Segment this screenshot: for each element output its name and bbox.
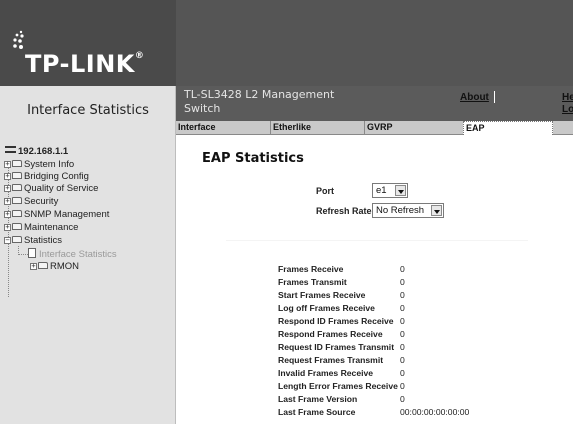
expand-icon[interactable]: + (4, 185, 11, 192)
sidebar-item-bridging-config[interactable]: + Bridging Config (4, 171, 89, 183)
refresh-rate-label: Refresh Rate (316, 206, 372, 216)
help-link[interactable]: Hel (562, 92, 573, 104)
sidebar-item-interface-statistics[interactable]: Interface Statistics (28, 248, 117, 260)
stat-value: 0 (400, 342, 405, 352)
sidebar-item-security[interactable]: + Security (4, 196, 58, 208)
folder-icon (12, 184, 22, 191)
stat-label: Invalid Frames Receive (278, 368, 374, 378)
sidebar-item-statistics[interactable]: − Statistics (4, 235, 62, 247)
logo: TP-LINK® (25, 50, 145, 78)
stat-value: 0 (400, 277, 405, 287)
tree-connector (18, 254, 28, 255)
app-window: TP-LINK® Interface Statistics TL-SL3428 … (0, 0, 573, 424)
refresh-rate-value: No Refresh (376, 205, 425, 216)
expand-icon[interactable]: + (4, 211, 11, 218)
tab-eap[interactable]: EAP (463, 121, 553, 135)
folder-icon (12, 160, 22, 167)
collapse-icon[interactable]: − (4, 237, 11, 244)
stat-value: 0 (400, 303, 405, 313)
tab-gvrp[interactable]: GVRP (364, 121, 460, 135)
tab-bar: Interface Etherlike GVRP EAP (176, 121, 573, 135)
stat-value: 0 (400, 368, 405, 378)
refresh-rate-select[interactable]: No Refresh (372, 203, 444, 218)
tab-interface[interactable]: Interface (176, 121, 270, 135)
about-link[interactable]: About (460, 92, 489, 103)
folder-icon (38, 262, 48, 269)
logout-link[interactable]: Logo (562, 104, 573, 116)
folder-icon (12, 210, 22, 217)
tree-root-ip[interactable]: 192.168.1.1 (5, 146, 68, 158)
sidebar-item-rmon[interactable]: + RMON (30, 261, 79, 273)
stat-label: Respond Frames Receive (278, 329, 383, 339)
logo-dots-icon (13, 30, 24, 49)
sidebar-item-system-info[interactable]: + System Info (4, 159, 74, 171)
stat-label: Start Frames Receive (278, 290, 366, 300)
help-logout-links: Hel Logo (562, 92, 573, 116)
divider (226, 240, 528, 241)
port-label: Port (316, 186, 334, 196)
stat-value: 0 (400, 355, 405, 365)
stat-value: 0 (400, 381, 405, 391)
folder-icon (12, 197, 22, 204)
switch-icon (5, 146, 16, 153)
tab-etherlike[interactable]: Etherlike (270, 121, 364, 135)
folder-open-icon (12, 236, 22, 243)
stat-label: Last Frame Source (278, 407, 356, 417)
stat-label: Request Frames Transmit (278, 355, 384, 365)
stat-label: Length Error Frames Receive (278, 381, 398, 391)
expand-icon[interactable]: + (30, 263, 37, 270)
main-content: EAP Statistics Port e1 Refresh Rate No R… (176, 136, 573, 424)
port-select[interactable]: e1 (372, 183, 408, 198)
stat-value: 0 (400, 394, 405, 404)
header-band: TL-SL3428 L2 Management Switch About He l… (176, 86, 573, 121)
section-title-panel: Interface Statistics (0, 86, 176, 135)
folder-icon (12, 172, 22, 179)
port-value: e1 (376, 185, 387, 196)
stat-label: Request ID Frames Transmit (278, 342, 395, 352)
section-title: Interface Statistics (27, 103, 149, 118)
expand-icon[interactable]: + (4, 173, 11, 180)
link-separator (494, 91, 495, 103)
stat-label: Frames Receive (278, 264, 344, 274)
dropdown-arrow-icon[interactable] (431, 205, 442, 216)
stat-label: Last Frame Version (278, 394, 358, 404)
sidebar-item-maintenance[interactable]: + Maintenance (4, 222, 78, 234)
sidebar-item-quality-of-service[interactable]: + Quality of Service (4, 183, 98, 195)
sidebar-tree: 192.168.1.1 + System Info + Bridging Confi… (0, 135, 176, 424)
folder-icon (12, 223, 22, 230)
logo-area: TP-LINK® (0, 0, 176, 86)
stat-value: 0 (400, 316, 405, 326)
sidebar-item-snmp-management[interactable]: + SNMP Management (4, 209, 109, 221)
expand-icon[interactable]: + (4, 161, 11, 168)
page-icon (28, 248, 36, 258)
page-title: EAP Statistics (202, 151, 304, 166)
stat-value: 0 (400, 264, 405, 274)
top-banner (176, 0, 573, 86)
stat-label: Frames Transmit (278, 277, 347, 287)
stat-value: 0 (400, 329, 405, 339)
stat-label: Respond ID Frames Receive (278, 316, 394, 326)
product-name: TL-SL3428 L2 Management Switch (184, 88, 335, 115)
stat-value: 00:00:00:00:00:00 (400, 407, 470, 417)
expand-icon[interactable]: + (4, 224, 11, 231)
stat-value: 0 (400, 290, 405, 300)
dropdown-arrow-icon[interactable] (395, 185, 406, 196)
expand-icon[interactable]: + (4, 198, 11, 205)
stat-label: Log off Frames Receive (278, 303, 375, 313)
